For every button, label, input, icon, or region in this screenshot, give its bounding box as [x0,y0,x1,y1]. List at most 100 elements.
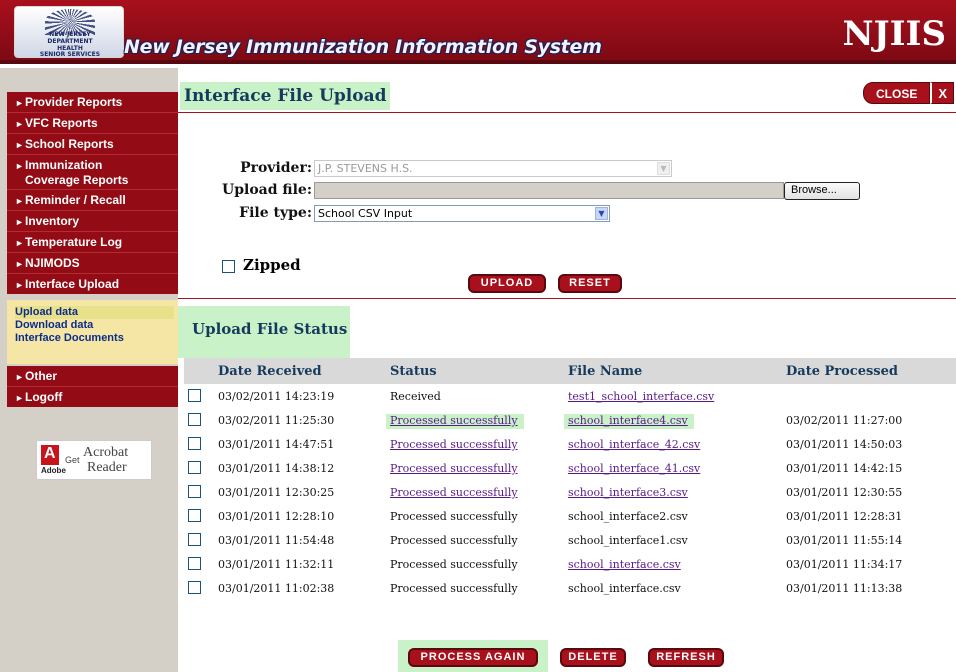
status-link[interactable]: Processed successfully [390,438,518,451]
row-checkbox[interactable] [188,581,201,594]
acrobat-label: Acrobat [83,445,129,460]
delete-button[interactable]: DELETE [560,648,626,667]
file-type-value: School CSV Input [318,207,413,220]
status-link[interactable]: Processed successfully [386,414,524,429]
sidebar-item-vfc-reports[interactable]: ►VFC Reports [7,113,178,134]
triangle-right-icon: ► [15,259,24,269]
upload-file-row: Upload file: Browse... [178,182,956,200]
date-received: 03/02/2011 11:25:30 [218,414,335,427]
triangle-right-icon: ► [15,372,24,382]
upload-file-label: Upload file: [222,182,312,198]
table-row: 03/01/2011 11:54:48 Processed successful… [184,528,956,552]
table-row: 03/01/2011 12:30:25 Processed successful… [184,480,956,504]
row-checkbox[interactable] [188,389,201,402]
sidebar-item-label: Interface Upload [25,277,120,291]
sidebar-item-logoff[interactable]: ►Logoff [7,387,178,407]
zipped-label: Zipped [243,256,301,274]
chevron-down-icon: ▼ [595,207,608,220]
status-link[interactable]: Processed successfully [390,486,518,499]
sidebar-item-temperature-log[interactable]: ►Temperature Log [7,232,178,253]
file-name-link[interactable]: school_interface.csv [568,558,681,571]
upload-file-status-title: Upload File Status [178,306,350,358]
process-again-button[interactable]: PROCESS AGAIN [408,648,538,667]
sidebar-item-label: Coverage Reports [25,173,129,187]
triangle-right-icon: ► [15,98,24,108]
status: Processed successfully [390,582,518,595]
column-header-date-received[interactable]: Date Received [218,364,322,379]
date-processed: 03/01/2011 14:42:15 [786,462,903,475]
column-header-file-name[interactable]: File Name [568,364,642,379]
file-type-select[interactable]: School CSV Input ▼ [314,205,610,222]
column-header-status[interactable]: Status [390,364,437,379]
upload-button[interactable]: UPLOAD [468,274,546,293]
sidebar-item-inventory[interactable]: ►Inventory [7,211,178,232]
sidebar-item-school-reports[interactable]: ►School Reports [7,134,178,155]
row-checkbox[interactable] [188,509,201,522]
get-label: Get [65,455,80,465]
row-checkbox[interactable] [188,437,201,450]
provider-label: Provider: [240,160,312,176]
status: Processed successfully [390,558,518,571]
file-name-link[interactable]: test1_school_interface.csv [568,390,714,403]
sidebar-nav: ►Provider Reports ►VFC Reports ►School R… [7,92,178,294]
file-name: school_interface.csv [568,582,681,595]
adobe-acrobat-icon [41,445,59,465]
main-content: Interface File Upload CLOSE X Provider: … [178,68,956,672]
status-link[interactable]: Processed successfully [390,462,518,475]
upload-file-input[interactable] [314,182,784,199]
provider-row: Provider: J.P. STEVENS H.S. ▼ [178,160,956,178]
table-row: 03/02/2011 14:23:19 Received test1_schoo… [184,384,956,408]
table-row: 03/01/2011 14:38:12 Processed successful… [184,456,956,480]
triangle-right-icon: ► [15,238,24,248]
sidebar-item-njimods[interactable]: ►NJIMODS [7,253,178,274]
page-title: Interface File Upload [180,82,391,110]
reader-label: Reader [87,460,127,475]
sidebar-item-label: Provider Reports [25,95,123,109]
sidebar-item-other[interactable]: ►Other [7,366,178,387]
table-row: 03/01/2011 11:02:38 Processed successful… [184,576,956,600]
file-name: school_interface1.csv [568,534,688,547]
row-checkbox[interactable] [188,413,201,426]
row-checkbox[interactable] [188,485,201,498]
file-name-link[interactable]: school_interface_42.csv [568,438,700,451]
file-name-link[interactable]: school_interface_41.csv [568,462,700,475]
sidebar-item-reminder-recall[interactable]: ►Reminder / Recall [7,190,178,211]
sidebar-item-interface-upload[interactable]: ►Interface Upload [7,274,178,294]
date-processed: 03/01/2011 11:55:14 [786,534,903,547]
browse-button[interactable]: Browse... [784,182,860,200]
table-header: Date Received Status File Name Date Proc… [184,358,956,384]
close-icon: X [930,82,954,104]
app-title: New Jersey Immunization Information Syst… [124,36,602,58]
status: Received [390,390,441,403]
seal-line: DEPARTMENT [47,38,93,45]
subnav-download-data[interactable]: Download data [15,319,174,332]
refresh-button[interactable]: REFRESH [648,648,724,667]
reset-button[interactable]: RESET [558,274,622,293]
get-acrobat-reader-badge[interactable]: Adobe Get Acrobat Reader [36,440,152,480]
seal-line: SENIOR SERVICES [39,51,101,58]
row-checkbox[interactable] [188,557,201,570]
sidebar-item-provider-reports[interactable]: ►Provider Reports [7,92,178,113]
row-checkbox[interactable] [188,533,201,546]
provider-select[interactable]: J.P. STEVENS H.S. ▼ [314,160,672,177]
chevron-down-icon: ▼ [657,162,670,175]
subnav-upload-data[interactable]: Upload data [15,306,174,319]
date-received: 03/01/2011 11:54:48 [218,534,335,547]
date-processed: 03/01/2011 11:34:17 [786,558,903,571]
file-name-link[interactable]: school_interface4.csv [564,414,694,429]
close-button[interactable]: CLOSE X [862,82,954,104]
sidebar-item-immunization-coverage-reports[interactable]: ►Immunization Coverage Reports [7,155,178,190]
subnav-interface-documents[interactable]: Interface Documents [15,332,174,345]
upload-status-table: Date Received Status File Name Date Proc… [184,358,956,600]
adobe-label: Adobe [41,466,66,475]
triangle-right-icon: ► [15,393,24,403]
close-label: CLOSE [862,82,931,104]
file-name-link[interactable]: school_interface3.csv [568,486,688,499]
row-checkbox[interactable] [188,461,201,474]
sidebar-item-label: Other [25,369,58,383]
status: Processed successfully [390,534,518,547]
column-header-date-processed[interactable]: Date Processed [786,364,898,379]
provider-value: J.P. STEVENS H.S. [318,162,413,175]
date-received: 03/01/2011 12:30:25 [218,486,335,499]
zipped-checkbox[interactable] [222,259,235,273]
